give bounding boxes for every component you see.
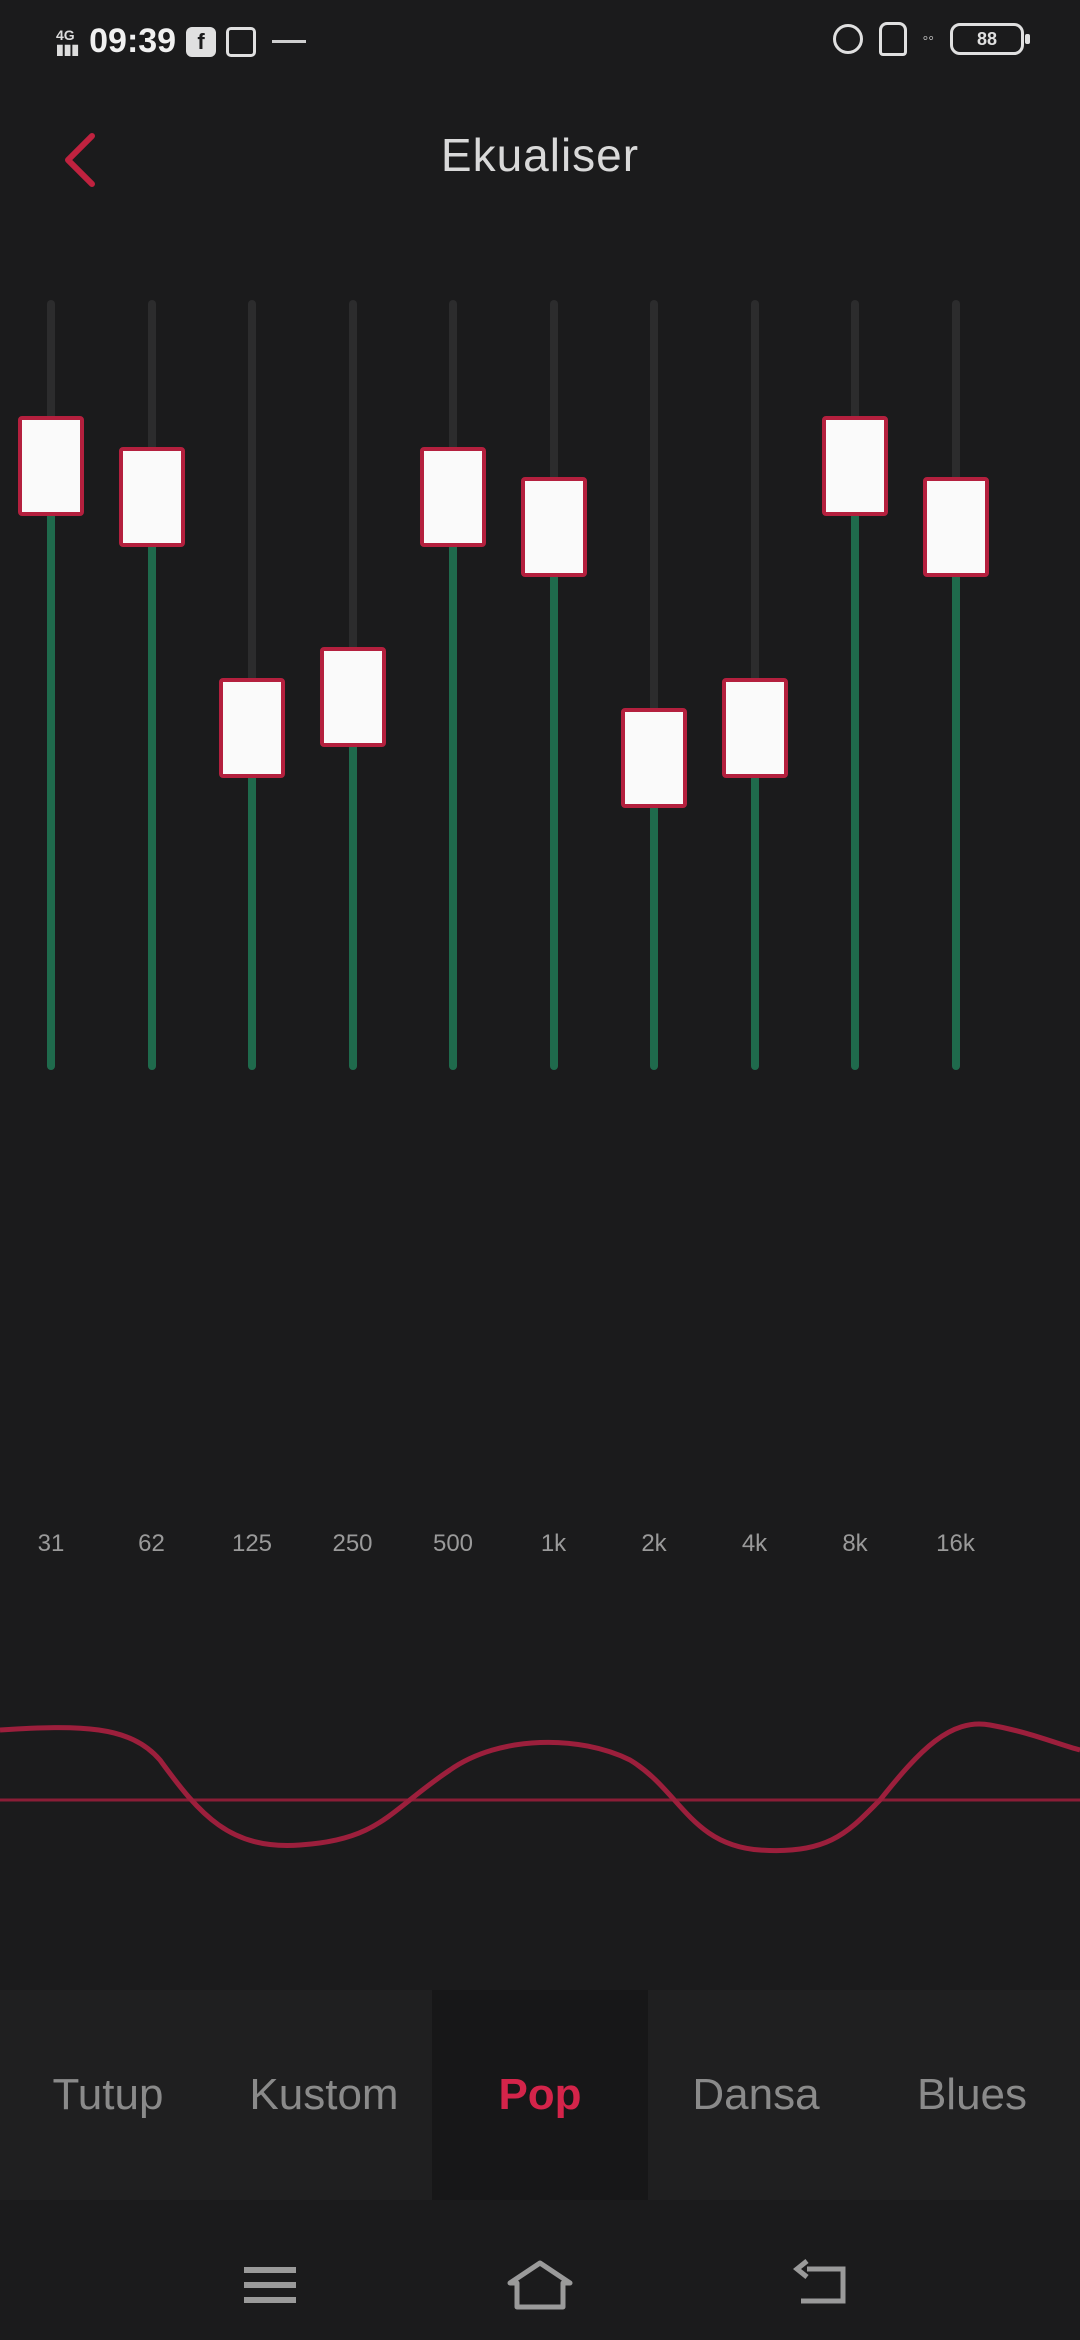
page-title: Ekualiser [440,129,640,181]
eq-band-31[interactable] [16,300,86,1070]
home-button[interactable] [490,2245,590,2325]
eq-fill [147,492,156,1070]
eq-band-250[interactable] [318,300,388,1070]
eq-fill [851,461,859,1070]
preset-selector: Tutup Kustom Pop Dansa Blues [0,1990,1080,2200]
frequency-label: 125 [231,1530,273,1557]
frequency-label: 2k [641,1530,667,1557]
status-bar: 4G ▮▮▮ 09:39 f ◦◦ 88 [0,0,1080,90]
eq-slider-thumb[interactable] [18,415,84,516]
frequency-label: 4k [741,1530,768,1557]
eq-slider-thumb[interactable] [420,446,486,547]
frequency-label: 8k [842,1530,868,1557]
eq-slider-thumb[interactable] [822,415,888,516]
silent-icon [878,22,907,56]
eq-slider-thumb[interactable] [118,446,185,547]
frequency-label: 250 [332,1530,373,1557]
eq-fill [348,692,357,1070]
eq-band-16k[interactable] [921,300,991,1070]
eq-band-500[interactable] [418,300,488,1070]
status-bar-right: ◦◦ 88 [832,22,1030,56]
status-bar-left: 4G ▮▮▮ 09:39 f [56,22,307,61]
app-header: Ekualiser [0,110,1080,210]
alarm-icon [832,24,863,54]
eq-slider-thumb[interactable] [219,677,285,778]
menu-icon [244,2267,296,2303]
status-time: 09:39 [89,22,177,60]
eq-band-125[interactable] [217,300,287,1070]
wifi-icon: ◦◦ [922,30,934,47]
eq-slider-thumb[interactable] [319,646,386,747]
home-icon [507,2260,573,2310]
preset-dansa[interactable]: Dansa [648,1990,864,2200]
preset-tutup[interactable]: Tutup [0,1990,216,2200]
signal-icon: 4G ▮▮▮ [56,26,80,57]
preset-kustom[interactable]: Kustom [216,1990,432,2200]
eq-slider-thumb[interactable] [922,477,989,578]
facebook-icon: f [186,26,217,57]
frequency-label: 16k [936,1530,975,1557]
eq-slider-thumb[interactable] [621,708,687,809]
eq-band-62[interactable] [117,300,187,1070]
system-back-button[interactable] [775,2245,875,2325]
navigation-bar [0,2230,1080,2340]
menu-button[interactable] [220,2245,320,2325]
eq-band-8k[interactable] [820,300,890,1070]
eq-band-4k[interactable] [720,300,790,1070]
eq-fill [951,523,960,1070]
preset-pop[interactable]: Pop [432,1990,648,2200]
eq-fill [449,492,457,1070]
eq-band-1k[interactable] [519,300,589,1070]
eq-slider-thumb[interactable] [721,677,788,778]
eq-band-2k[interactable] [619,300,689,1070]
frequency-label: 62 [138,1530,165,1557]
frequency-label: 31 [37,1530,65,1557]
frequency-label: 500 [432,1530,474,1557]
preset-blues[interactable]: Blues [864,1990,1080,2200]
equalizer-panel [0,300,1080,1070]
frequency-labels: 31 62 125 250 500 1k 2k 4k 8k 16k [0,1530,1080,1570]
eq-slider-thumb[interactable] [520,477,587,578]
eq-fill [549,523,558,1070]
dash-icon [272,40,307,43]
gallery-icon [226,26,257,57]
eq-fill [47,461,55,1070]
frequency-label: 1k [540,1530,567,1557]
battery-icon: 88 [950,23,1030,55]
response-curve [0,1721,1080,1854]
back-icon [793,2259,846,2304]
curve-line [0,1721,1080,1854]
battery-level: 88 [976,28,998,49]
